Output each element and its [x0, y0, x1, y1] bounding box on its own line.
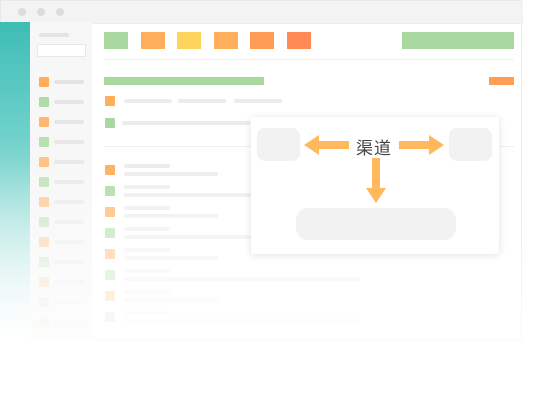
sidebar-item-label[interactable] [54, 200, 84, 204]
sidebar-item-icon [39, 297, 49, 307]
window-maximize-dot[interactable] [56, 8, 64, 16]
filter-checkbox[interactable] [105, 96, 115, 106]
arrow-left-icon [304, 135, 349, 155]
title-bar [1, 1, 523, 24]
sidebar-item-label[interactable] [54, 80, 84, 84]
list-item-title [124, 248, 170, 252]
list-item-checkbox[interactable] [105, 207, 115, 217]
arrow-down-icon [366, 158, 386, 203]
section-action-button[interactable] [489, 77, 514, 85]
list-item-title [124, 269, 170, 273]
sidebar-item-label[interactable] [54, 220, 84, 224]
sidebar-item-label[interactable] [54, 180, 84, 184]
sidebar-item-label[interactable] [54, 160, 84, 164]
row-checkbox[interactable] [105, 118, 115, 128]
toolbar-button[interactable] [213, 32, 238, 49]
sidebar-search-input[interactable] [37, 44, 86, 57]
nav-rail [0, 22, 30, 340]
row-placeholder [122, 121, 250, 125]
list-item-title [124, 227, 170, 231]
arrow-right-icon [399, 135, 444, 155]
list-item-title [124, 311, 170, 315]
list-item-checkbox[interactable] [105, 186, 115, 196]
sidebar-item-icon [39, 97, 49, 107]
sidebar-item-label[interactable] [54, 100, 84, 104]
filter-placeholder [234, 99, 282, 103]
toolbar-primary-button[interactable] [402, 32, 514, 49]
toolbar-button[interactable] [286, 32, 311, 49]
sidebar-heading-placeholder [39, 33, 69, 37]
list-item-checkbox[interactable] [105, 312, 115, 322]
toolbar-button[interactable] [250, 32, 274, 49]
channel-label: 渠道 [356, 139, 392, 159]
sidebar-item-label[interactable] [54, 140, 84, 144]
sidebar-item-icon [39, 317, 49, 327]
sidebar-item-icon [39, 197, 49, 207]
list-item-detail [124, 214, 218, 218]
source-node-box [257, 128, 300, 161]
sidebar-item-icon [39, 117, 49, 127]
sidebar-item-label[interactable] [54, 240, 84, 244]
window-minimize-dot[interactable] [37, 8, 45, 16]
list-item-checkbox[interactable] [105, 270, 115, 280]
list-item-checkbox[interactable] [105, 291, 115, 301]
channel-popup: 渠道 [251, 117, 499, 254]
sidebar-item-label[interactable] [54, 320, 84, 324]
target-node-box [449, 128, 492, 161]
toolbar-button[interactable] [140, 32, 165, 49]
list-item-title [124, 206, 170, 210]
list-item-title [124, 164, 170, 168]
sidebar-item-icon [39, 257, 49, 267]
sidebar-item-icon [39, 237, 49, 247]
sidebar-item-icon [39, 277, 49, 287]
sidebar-item-label[interactable] [54, 120, 84, 124]
sidebar-item-icon [39, 137, 49, 147]
toolbar-button[interactable] [177, 32, 201, 49]
divider [104, 59, 514, 60]
section-title-bar [104, 77, 264, 85]
list-item-detail [124, 277, 360, 281]
list-item-detail [124, 319, 360, 323]
list-item-title [124, 290, 170, 294]
sidebar-item-label[interactable] [54, 280, 84, 284]
sidebar-item-icon [39, 157, 49, 167]
list-item-detail [124, 298, 218, 302]
filter-placeholder [178, 99, 226, 103]
sidebar-item-label[interactable] [54, 300, 84, 304]
list-item-title [124, 185, 170, 189]
toolbar-button[interactable] [104, 32, 128, 49]
window-close-dot[interactable] [18, 8, 26, 16]
sidebar-item-label[interactable] [54, 260, 84, 264]
sidebar-item-icon [39, 77, 49, 87]
output-node-box [296, 208, 456, 240]
filter-placeholder [124, 99, 172, 103]
list-item-checkbox[interactable] [105, 249, 115, 259]
sidebar-item-icon [39, 177, 49, 187]
list-item-detail [124, 256, 218, 260]
sidebar-item-icon [39, 217, 49, 227]
list-item-detail [124, 172, 218, 176]
list-item-checkbox[interactable] [105, 228, 115, 238]
list-item-checkbox[interactable] [105, 165, 115, 175]
